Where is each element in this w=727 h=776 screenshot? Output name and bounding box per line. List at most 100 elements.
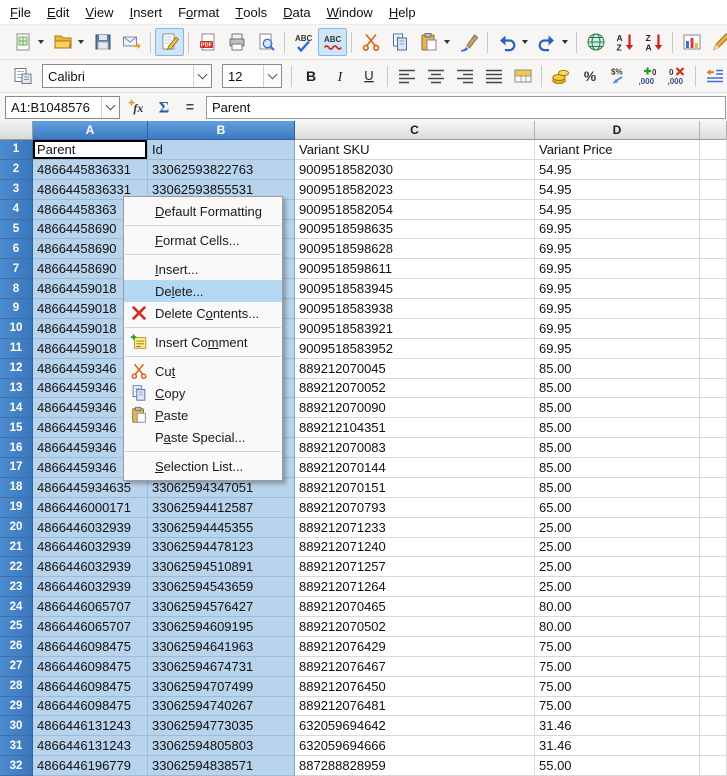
cell-E32[interactable]: [700, 756, 727, 776]
cell-C17[interactable]: 889212070144: [295, 458, 535, 478]
cell-C14[interactable]: 889212070090: [295, 398, 535, 418]
undo-icon[interactable]: [492, 28, 521, 56]
cell-A28[interactable]: 4866446098475: [33, 677, 148, 697]
cell-C31[interactable]: 632059694666: [295, 736, 535, 756]
cell-E8[interactable]: [700, 279, 727, 299]
copy-icon[interactable]: [385, 28, 414, 56]
cell-E25[interactable]: [700, 617, 727, 637]
cell-C25[interactable]: 889212070502: [295, 617, 535, 637]
cell-A23[interactable]: 4866446032939: [33, 577, 148, 597]
cell-E10[interactable]: [700, 319, 727, 339]
context-menu-item-delete-contents[interactable]: Delete Contents...: [124, 302, 282, 324]
draw-functions-icon[interactable]: [706, 28, 727, 56]
cell-B19[interactable]: 33062594412587: [148, 498, 295, 518]
hyperlink-icon[interactable]: [581, 28, 610, 56]
cell-E26[interactable]: [700, 637, 727, 657]
spelling-icon[interactable]: ABC: [289, 28, 318, 56]
context-menu-item-selection-list[interactable]: Selection List...: [124, 455, 282, 477]
menu-tools[interactable]: Tools: [227, 0, 275, 24]
cell-E19[interactable]: [700, 498, 727, 518]
row-header-17[interactable]: 17: [0, 458, 33, 478]
row-header-21[interactable]: 21: [0, 538, 33, 558]
cell-A29[interactable]: 4866446098475: [33, 697, 148, 717]
paste-icon[interactable]: [414, 28, 443, 56]
cell-D26[interactable]: 75.00: [535, 637, 700, 657]
cell-B32[interactable]: 33062594838571: [148, 756, 295, 776]
cell-C4[interactable]: 9009518582054: [295, 200, 535, 220]
column-header-B[interactable]: B: [148, 121, 295, 140]
font-size-combobox-dropdown-icon[interactable]: [263, 65, 281, 87]
cell-D3[interactable]: 54.95: [535, 180, 700, 200]
cell-C8[interactable]: 9009518583945: [295, 279, 535, 299]
row-header-8[interactable]: 8: [0, 279, 33, 299]
column-header-C[interactable]: C: [295, 121, 535, 140]
context-menu-item-insert[interactable]: Insert...: [124, 258, 282, 280]
cell-E9[interactable]: [700, 299, 727, 319]
cell-B1[interactable]: Id: [148, 140, 295, 160]
cell-D29[interactable]: 75.00: [535, 697, 700, 717]
cell-E2[interactable]: [700, 160, 727, 180]
cell-C21[interactable]: 889212071240: [295, 538, 535, 558]
cell-E7[interactable]: [700, 259, 727, 279]
cell-E23[interactable]: [700, 577, 727, 597]
font-name-combobox-dropdown-icon[interactable]: [193, 65, 211, 87]
cell-B31[interactable]: 33062594805803: [148, 736, 295, 756]
cell-E6[interactable]: [700, 239, 727, 259]
menu-help[interactable]: Help: [381, 0, 424, 24]
cell-D23[interactable]: 25.00: [535, 577, 700, 597]
new-document-icon[interactable]: [8, 28, 37, 56]
export-pdf-icon[interactable]: PDF: [193, 28, 222, 56]
cell-C7[interactable]: 9009518598611: [295, 259, 535, 279]
cell-D4[interactable]: 54.95: [535, 200, 700, 220]
cell-E17[interactable]: [700, 458, 727, 478]
bold-icon[interactable]: B: [296, 62, 325, 90]
cell-D25[interactable]: 80.00: [535, 617, 700, 637]
cell-A22[interactable]: 4866446032939: [33, 557, 148, 577]
menu-data[interactable]: Data: [275, 0, 318, 24]
cell-D17[interactable]: 85.00: [535, 458, 700, 478]
redo-icon[interactable]: [532, 28, 561, 56]
cell-E4[interactable]: [700, 200, 727, 220]
autospellcheck-icon[interactable]: ABC: [318, 28, 347, 56]
cell-C26[interactable]: 889212076429: [295, 637, 535, 657]
print-icon[interactable]: [222, 28, 251, 56]
cell-C24[interactable]: 889212070465: [295, 597, 535, 617]
font-size-combobox[interactable]: 12: [222, 64, 282, 88]
cell-E11[interactable]: [700, 339, 727, 359]
cell-D1[interactable]: Variant Price: [535, 140, 700, 160]
context-menu-item-paste-special[interactable]: Paste Special...: [124, 426, 282, 448]
row-header-20[interactable]: 20: [0, 518, 33, 538]
context-menu-item-cut[interactable]: Cut: [124, 360, 282, 382]
row-header-31[interactable]: 31: [0, 736, 33, 756]
cell-E30[interactable]: [700, 716, 727, 736]
cell-D11[interactable]: 69.95: [535, 339, 700, 359]
menu-file[interactable]: File: [2, 0, 39, 24]
row-header-6[interactable]: 6: [0, 239, 33, 259]
row-header-28[interactable]: 28: [0, 677, 33, 697]
row-header-5[interactable]: 5: [0, 220, 33, 240]
cell-D20[interactable]: 25.00: [535, 518, 700, 538]
row-header-9[interactable]: 9: [0, 299, 33, 319]
redo-dropdown-icon[interactable]: [562, 40, 568, 44]
cell-B20[interactable]: 33062594445355: [148, 518, 295, 538]
cell-A25[interactable]: 4866446065707: [33, 617, 148, 637]
cell-B28[interactable]: 33062594707499: [148, 677, 295, 697]
cell-D2[interactable]: 54.95: [535, 160, 700, 180]
cell-C22[interactable]: 889212071257: [295, 557, 535, 577]
row-header-32[interactable]: 32: [0, 756, 33, 776]
italic-icon[interactable]: I: [325, 62, 354, 90]
cell-C13[interactable]: 889212070052: [295, 379, 535, 399]
cell-D31[interactable]: 31.46: [535, 736, 700, 756]
cell-A30[interactable]: 4866446131243: [33, 716, 148, 736]
cell-C30[interactable]: 632059694642: [295, 716, 535, 736]
cell-B30[interactable]: 33062594773035: [148, 716, 295, 736]
justified-icon[interactable]: [479, 62, 508, 90]
equals-icon[interactable]: =: [177, 95, 203, 119]
insert-chart-icon[interactable]: [677, 28, 706, 56]
cell-D7[interactable]: 69.95: [535, 259, 700, 279]
cell-A27[interactable]: 4866446098475: [33, 657, 148, 677]
sort-ascending-icon[interactable]: AZ: [610, 28, 639, 56]
context-menu-item-paste[interactable]: Paste: [124, 404, 282, 426]
cell-C2[interactable]: 9009518582030: [295, 160, 535, 180]
cell-D19[interactable]: 65.00: [535, 498, 700, 518]
